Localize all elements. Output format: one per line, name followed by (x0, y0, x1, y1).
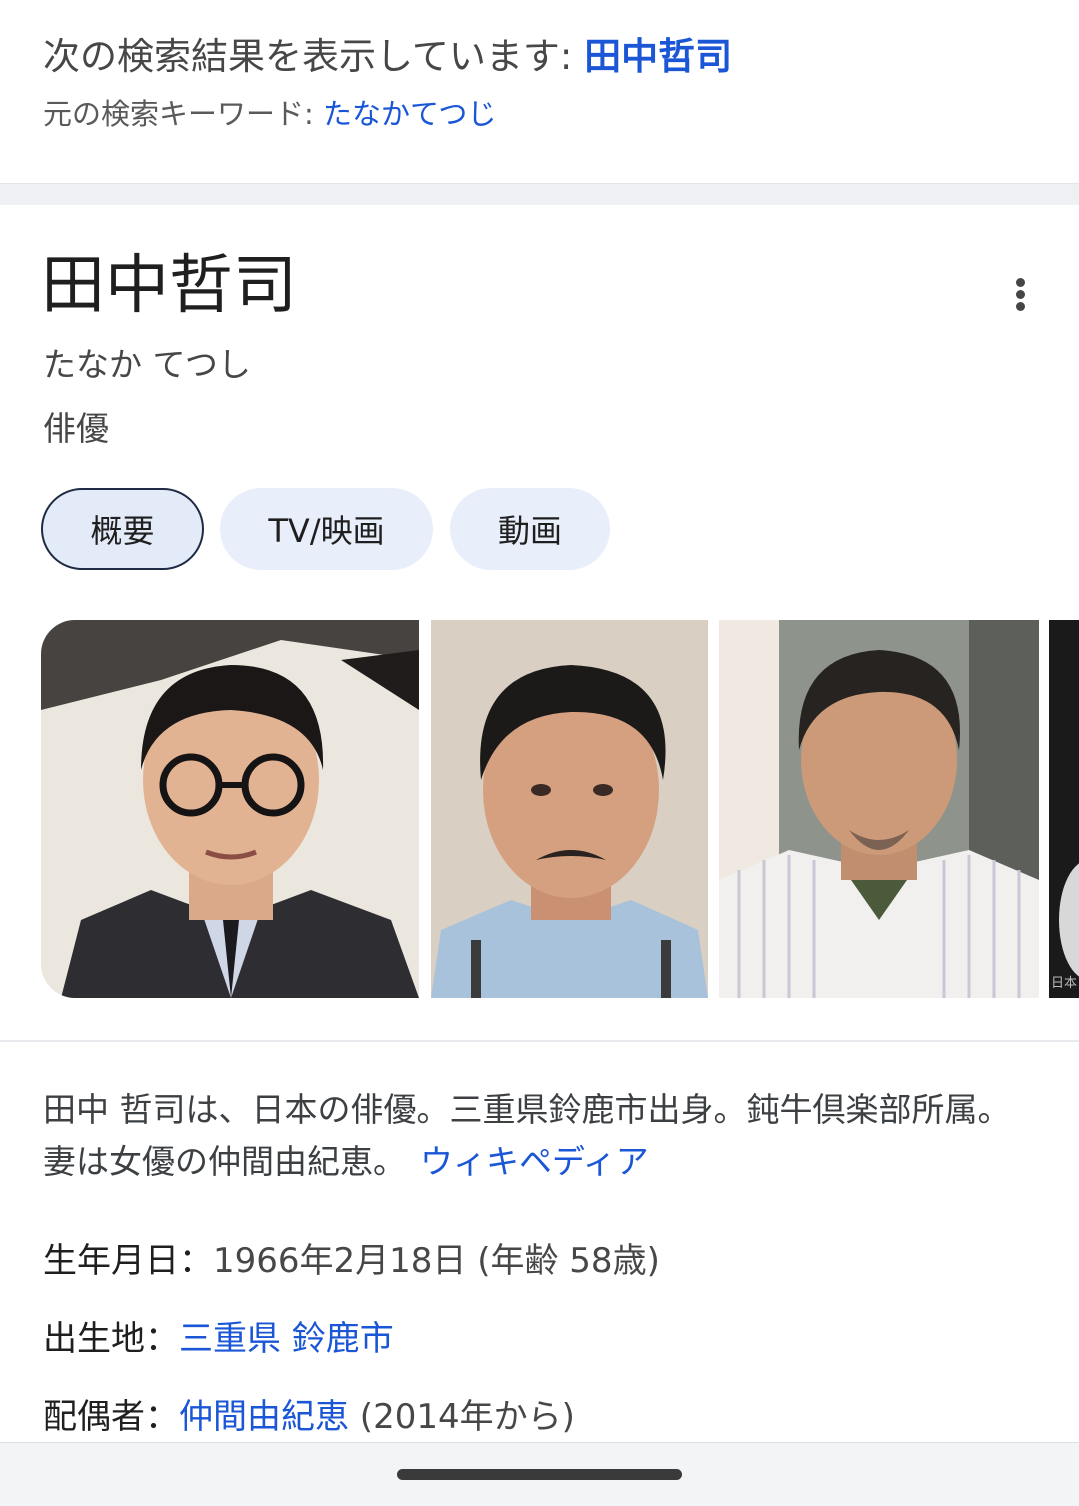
original-query-line: 元の検索キーワード: たなかてつじ (43, 92, 496, 136)
panel-divider (0, 1040, 1079, 1042)
original-query-link[interactable]: たなかてつじ (323, 97, 496, 131)
more-options-button[interactable] (996, 268, 1046, 320)
fact-birth: 生年月日：1966年2月18日 (年齢 58歳) (43, 1236, 660, 1286)
photo-4-caption: 日本 (1051, 976, 1078, 991)
tab-tv-movies[interactable]: TV/映画 (220, 488, 433, 570)
fact-birthplace: 出生地：三重県 鈴鹿市 (43, 1314, 394, 1364)
image-carousel: 日本 (41, 620, 1079, 998)
original-query-prefix: 元の検索キーワード: (43, 97, 323, 131)
photo-4[interactable]: 日本 (1049, 620, 1079, 998)
entity-reading: たなか てつし (43, 345, 251, 384)
section-separator (0, 183, 1079, 205)
photo-2[interactable] (431, 620, 708, 998)
search-results-page: 次の検索結果を表示しています: 田中哲司 元の検索キーワード: たなかてつじ 田… (0, 0, 1079, 1506)
fact-spouse: 配偶者：仲間由紀恵 (2014年から) (43, 1392, 575, 1442)
entity-title: 田中哲司 (41, 249, 297, 323)
showing-results-line: 次の検索結果を表示しています: 田中哲司 (43, 30, 732, 84)
fact-birth-label: 生年月日： (43, 1241, 213, 1281)
fact-birth-value: 1966年2月18日 (年齢 58歳) (213, 1241, 660, 1281)
entity-description: 田中 哲司は、日本の俳優。三重県鈴鹿市出身。鈍牛倶楽部所属。妻は女優の仲間由紀恵… (43, 1084, 1033, 1188)
spelling-correction: 次の検索結果を表示しています: 田中哲司 元の検索キーワード: たなかてつじ (0, 0, 1079, 183)
home-indicator[interactable] (397, 1469, 682, 1480)
birthplace-link[interactable]: 三重県 鈴鹿市 (179, 1319, 394, 1359)
wikipedia-link[interactable]: ウィキペディア (420, 1142, 649, 1181)
tab-videos[interactable]: 動画 (450, 488, 610, 570)
spouse-link[interactable]: 仲間由紀恵 (179, 1397, 349, 1437)
fact-spouse-period: (2014年から) (349, 1397, 575, 1437)
showing-results-prefix: 次の検索結果を表示しています: (43, 35, 585, 78)
photo-3[interactable] (719, 620, 1039, 998)
photo-1[interactable] (41, 620, 419, 998)
entity-occupation: 俳優 (43, 409, 109, 448)
fact-birthplace-label: 出生地： (43, 1319, 179, 1359)
fact-spouse-label: 配偶者： (43, 1397, 179, 1437)
corrected-query-link[interactable]: 田中哲司 (584, 35, 732, 78)
tab-overview[interactable]: 概要 (41, 488, 204, 570)
